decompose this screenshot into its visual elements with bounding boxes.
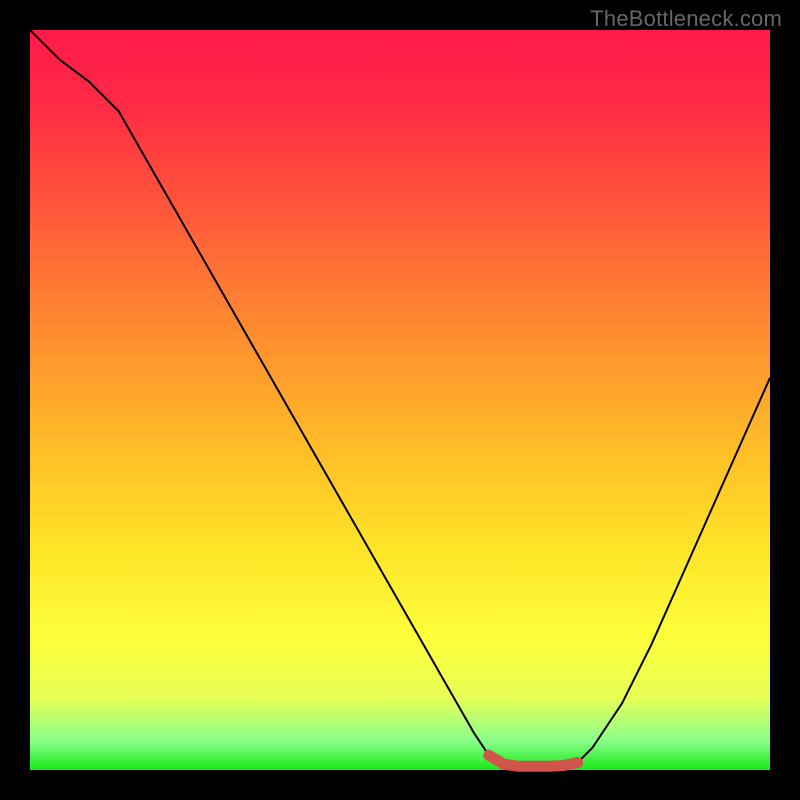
plot-area <box>30 30 770 770</box>
curve-svg <box>30 30 770 770</box>
watermark-text: TheBottleneck.com <box>590 6 782 32</box>
bottleneck-curve <box>30 30 770 766</box>
chart-container: TheBottleneck.com <box>0 0 800 800</box>
highlight-segment <box>489 755 578 766</box>
